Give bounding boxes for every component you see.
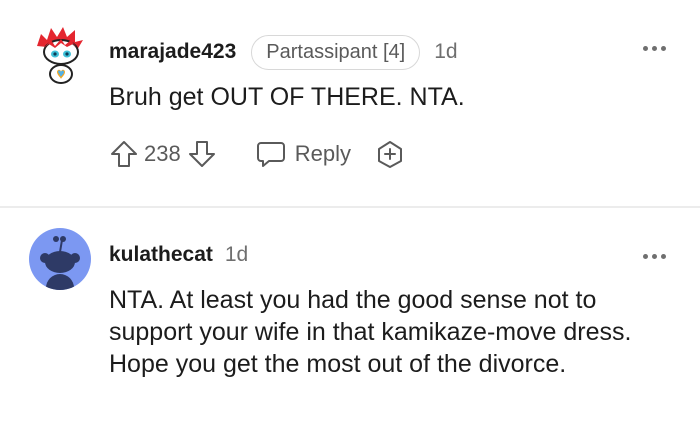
upvote-icon[interactable] — [109, 139, 139, 169]
username[interactable]: kulathecat — [109, 243, 213, 267]
user-avatar[interactable] — [29, 228, 91, 290]
comment-age: 1d — [434, 40, 458, 63]
snoo-avatar-icon — [37, 27, 83, 84]
username[interactable]: marajade423 — [109, 40, 236, 64]
award-icon[interactable] — [375, 139, 405, 169]
more-options-icon[interactable] — [643, 46, 666, 51]
default-snoo-avatar-icon — [40, 236, 80, 290]
comment-marajade423: marajade423 Partassipant [4] 1d Bruh get… — [0, 0, 700, 206]
more-options-icon[interactable] — [643, 254, 666, 259]
user-flair: Partassipant [4] — [251, 34, 421, 70]
downvote-icon[interactable] — [187, 139, 217, 169]
reply-button[interactable]: Reply — [255, 138, 351, 170]
comment-meta: marajade423 Partassipant [4] 1d — [109, 34, 458, 70]
comment-age: 1d — [224, 243, 249, 266]
vote-count: 238 — [144, 141, 181, 166]
comment-meta: kulathecat 1d — [109, 237, 248, 273]
reply-label: Reply — [294, 141, 351, 166]
comment-kulathecat: kulathecat 1d NTA. At least you had the … — [0, 208, 700, 428]
comment-body: NTA. At least you had the good sense not… — [109, 286, 632, 378]
user-avatar[interactable] — [29, 24, 91, 86]
comment-body: Bruh get OUT OF THERE. NTA. — [109, 83, 465, 111]
comment-actions: 238 Reply — [109, 136, 405, 172]
reply-bubble-icon — [255, 138, 287, 170]
